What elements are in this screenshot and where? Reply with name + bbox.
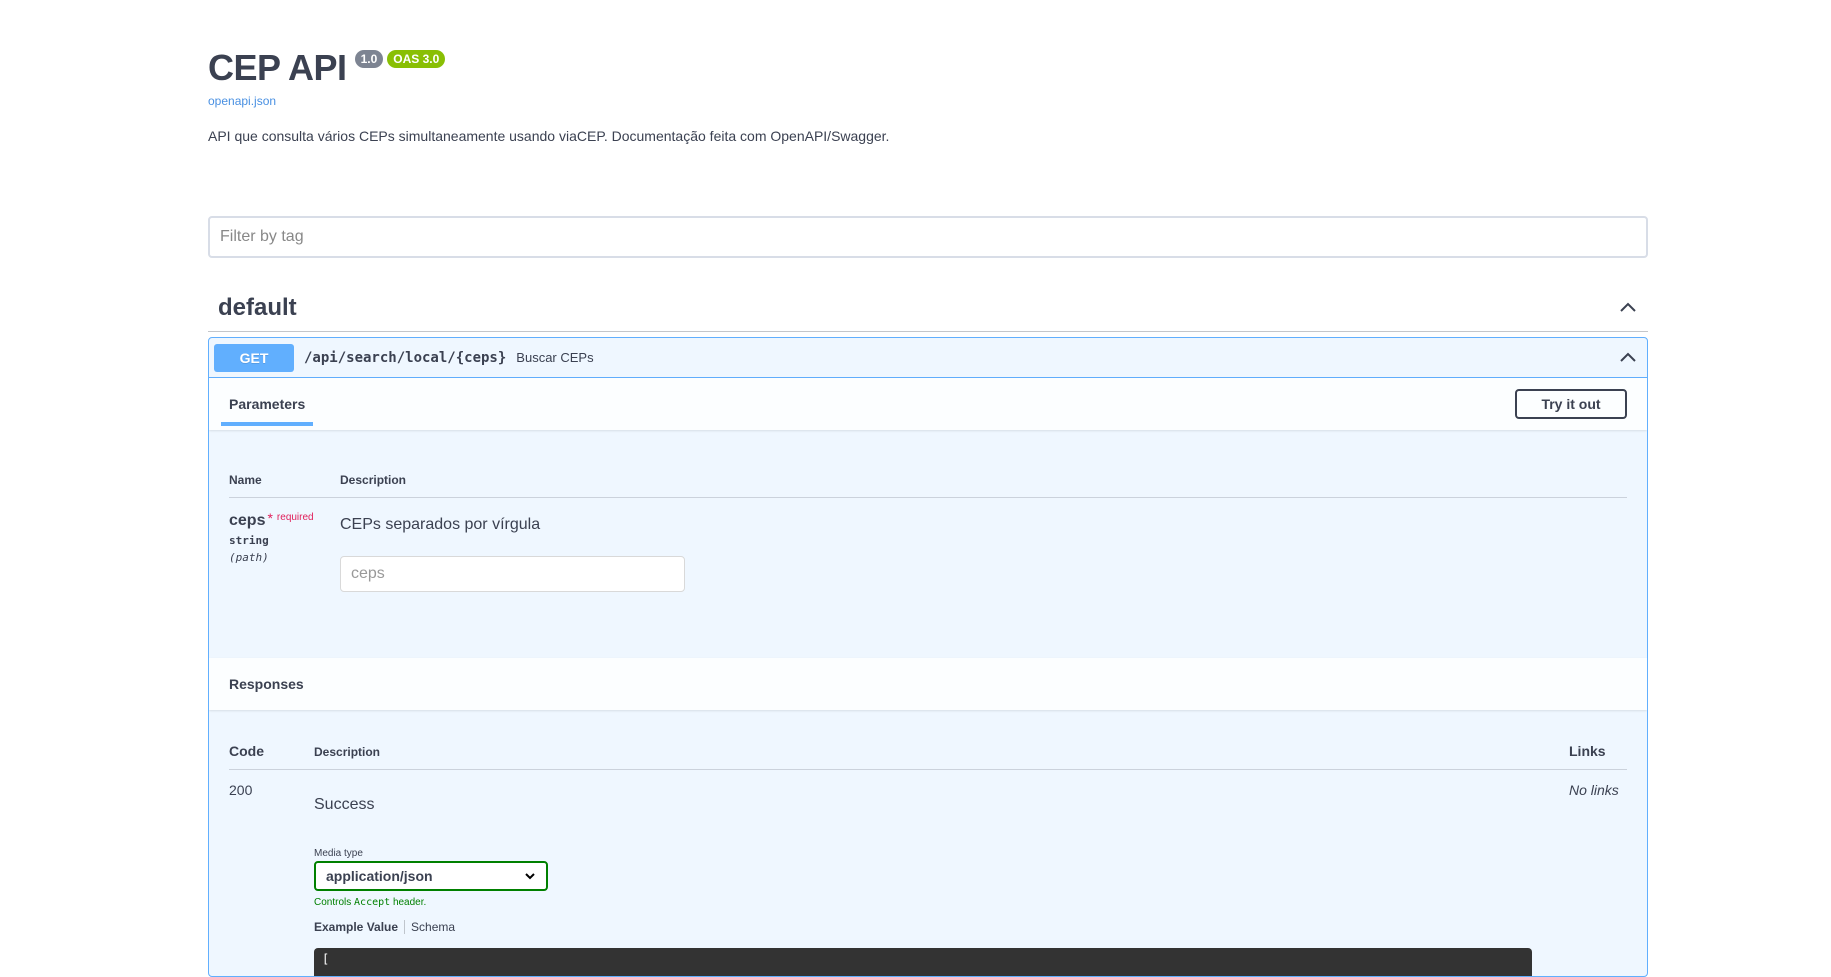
operation-summary: Buscar CEPs xyxy=(516,350,594,365)
chevron-up-icon[interactable] xyxy=(1618,298,1638,318)
responses-header: Responses xyxy=(209,658,1647,710)
parameter-row: ceps * required string (path) CEPs separad… xyxy=(229,498,1627,592)
media-type-select[interactable]: application/json xyxy=(314,861,548,891)
controls-suffix: header. xyxy=(392,897,427,908)
tab-example-value[interactable]: Example Value xyxy=(314,920,406,934)
column-code: Code xyxy=(229,743,264,759)
parameter-name: ceps xyxy=(229,512,266,529)
tag-name: default xyxy=(218,293,297,321)
column-description: Description xyxy=(340,473,407,487)
parameters-header: Parameters Try it out xyxy=(209,378,1647,430)
parameter-name-cell: ceps * required string (path) xyxy=(229,510,340,592)
column-links: Links xyxy=(1569,743,1606,759)
operation-path: /api/search/local/{ceps} xyxy=(304,349,507,366)
required-mark: * xyxy=(267,510,273,526)
response-row: 200 Success Media type application/json … xyxy=(229,770,1627,976)
example-code: [ xyxy=(322,952,330,966)
tab-parameters[interactable]: Parameters xyxy=(221,378,314,430)
tab-schema[interactable]: Schema xyxy=(405,920,455,934)
ceps-input[interactable] xyxy=(340,556,685,592)
parameter-description-cell: CEPs separados por vírgula xyxy=(340,510,685,592)
spec-link[interactable]: openapi.json xyxy=(208,94,276,108)
parameter-location: (path) xyxy=(229,551,269,564)
controls-prefix: Controls xyxy=(314,897,352,908)
parameter-description: CEPs separados por vírgula xyxy=(340,516,541,533)
parameters-table: Name Description ceps * required string (p… xyxy=(209,430,1647,658)
oas-badge: OAS 3.0 xyxy=(387,50,446,68)
example-tabs: Example Value Schema xyxy=(314,920,1569,934)
page-title: CEP API xyxy=(208,47,347,88)
info-title-row: CEP API 1.0 OAS 3.0 xyxy=(208,46,446,90)
version-badge: 1.0 xyxy=(354,50,384,68)
tag-section-default[interactable]: default xyxy=(208,284,1648,332)
controls-accept-note: Controls Accept header. xyxy=(314,897,1569,908)
media-type-label: Media type xyxy=(314,848,363,859)
responses-columns: Code Description Links xyxy=(229,730,1627,770)
opblock-summary[interactable]: GET /api/search/local/{ceps} Buscar CEPs xyxy=(209,338,1647,378)
parameters-columns: Name Description xyxy=(229,460,1627,498)
media-type-value: application/json xyxy=(326,868,433,884)
response-links: No links xyxy=(1569,782,1619,798)
method-badge: GET xyxy=(214,343,294,372)
column-name: Name xyxy=(229,473,262,487)
filter-by-tag-input[interactable] xyxy=(208,216,1648,258)
try-it-out-button[interactable]: Try it out xyxy=(1515,389,1627,419)
api-description: API que consulta vários CEPs simultaneam… xyxy=(208,128,890,144)
chevron-up-icon[interactable] xyxy=(1618,348,1638,368)
parameter-type: string xyxy=(229,534,269,547)
responses-title: Responses xyxy=(229,676,304,692)
response-description: Success xyxy=(314,796,375,813)
opblock-get: GET /api/search/local/{ceps} Buscar CEPs… xyxy=(208,337,1648,977)
chevron-down-icon xyxy=(525,873,535,880)
required-label: required xyxy=(276,512,314,523)
controls-code: Accept xyxy=(354,897,391,908)
response-code: 200 xyxy=(229,782,253,798)
column-description: Description xyxy=(314,745,381,759)
example-value-box: [ xyxy=(314,948,1532,976)
response-main: Success Media type application/json Cont… xyxy=(314,782,1569,976)
responses-table: Code Description Links 200 Success Media… xyxy=(209,710,1647,976)
